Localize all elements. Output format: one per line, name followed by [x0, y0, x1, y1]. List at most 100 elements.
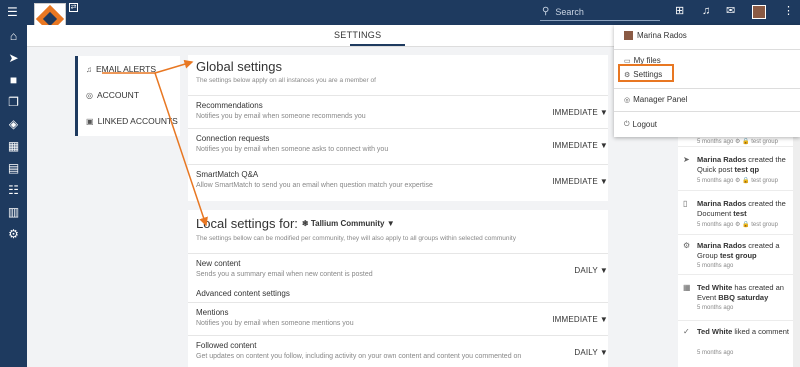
settings-highlight-box — [618, 64, 674, 82]
list-icon[interactable]: ☷ — [6, 184, 21, 197]
setting-row: SmartMatch Q&A Allow SmartMatch to send … — [188, 164, 608, 197]
calendar-icon: ▦ — [683, 283, 691, 292]
setting-title: Followed content — [196, 341, 257, 350]
user-circle-icon: ◎ — [624, 96, 631, 104]
feed-item: 5 months ago ⚙ 🔒 test group — [678, 137, 800, 147]
nav-email-alerts-label: EMAIL ALERTS — [96, 64, 156, 74]
frequency-value: DAILY — [574, 266, 598, 275]
calendar-alt-icon[interactable]: ▥ — [6, 206, 21, 219]
setting-title: SmartMatch Q&A — [196, 170, 259, 179]
frequency-value: IMMEDIATE — [552, 315, 598, 324]
search-box[interactable]: ⚲ Search — [540, 3, 660, 21]
frequency-select[interactable]: IMMEDIATE ▼ — [552, 177, 608, 186]
caret-down-icon: ▼ — [386, 219, 395, 228]
frequency-select[interactable]: IMMEDIATE ▼ — [552, 108, 608, 117]
bell-icon[interactable]: ♫ — [702, 5, 710, 18]
frequency-select[interactable]: DAILY ▼ — [574, 266, 608, 275]
calendar-icon[interactable]: ▤ — [6, 162, 21, 175]
nav-account[interactable]: ◎ ACCOUNT — [86, 90, 139, 100]
menu-item-logout[interactable]: ⏻ Logout — [624, 120, 657, 129]
feed-text: Ted White liked a comment — [697, 327, 789, 336]
setting-title: Recommendations — [196, 101, 263, 110]
mail-icon[interactable]: ✉ — [726, 5, 735, 18]
caret-down-icon: ▼ — [599, 315, 608, 324]
comment-icon[interactable]: ■ — [6, 74, 21, 87]
setting-row: Connection requests Notifies you by emai… — [188, 128, 608, 161]
feed-item[interactable]: ▦ Ted White has created an Event BBQ sat… — [678, 279, 800, 321]
feed-item[interactable]: ⚙ Marina Rados created a Group test grou… — [678, 237, 800, 275]
menu-item-manager-panel[interactable]: ◎ Manager Panel — [624, 95, 687, 104]
community-select[interactable]: ❄ Tallium Community ▼ — [302, 219, 395, 228]
feed-item[interactable]: ➤ Marina Rados created the Quick post te… — [678, 151, 800, 191]
home-icon[interactable]: ⌂ — [6, 30, 21, 43]
divider — [614, 88, 800, 89]
gear-icon[interactable]: ⚙ — [6, 228, 21, 241]
building-icon[interactable]: ▦ — [6, 140, 21, 153]
avatar[interactable] — [752, 5, 766, 19]
setting-description: Allow SmartMatch to send you an email wh… — [196, 182, 433, 189]
avatar — [624, 31, 633, 40]
setting-title: Mentions — [196, 308, 229, 317]
lock-icon: ▣ — [86, 116, 94, 126]
logout-icon: ⏻ — [624, 120, 630, 128]
frequency-value: IMMEDIATE — [552, 108, 598, 117]
local-settings-title: Local settings for: ❄ Tallium Community … — [196, 216, 395, 231]
sidebar: ⌂ ➤ ■ ❐ ◈ ▦ ▤ ☷ ▥ ⚙ — [0, 25, 27, 367]
caret-down-icon: ▼ — [599, 177, 608, 186]
local-settings-card: Local settings for: ❄ Tallium Community … — [188, 210, 608, 367]
activity-feed: 5 months ago ⚙ 🔒 test group ➤ Marina Rad… — [678, 137, 800, 367]
tab-bar: SETTINGS — [27, 25, 617, 47]
frequency-value: IMMEDIATE — [552, 141, 598, 150]
setting-row: New content Sends you a summary email wh… — [188, 253, 608, 286]
feed-item[interactable]: ▯ Marina Rados created the Document test… — [678, 195, 800, 235]
caret-down-icon: ▼ — [599, 108, 608, 117]
gear-icon: ⚙ — [683, 241, 691, 250]
feed-item[interactable]: ✓ Ted White liked a comment 5 months ago — [678, 323, 800, 367]
menu-item-label: Logout — [632, 120, 658, 129]
frequency-select[interactable]: IMMEDIATE ▼ — [552, 141, 608, 150]
tab-settings[interactable]: SETTINGS — [334, 30, 381, 40]
frequency-select[interactable]: DAILY ▼ — [574, 348, 608, 357]
nav-email-alerts[interactable]: ♫ EMAIL ALERTS — [86, 64, 156, 74]
copy-icon[interactable]: ❐ — [6, 96, 21, 109]
feed-scrollbar[interactable] — [793, 137, 800, 367]
local-settings-subtitle: The settings bellow can be modified per … — [196, 235, 516, 242]
nav-account-label: ACCOUNT — [96, 90, 140, 100]
advanced-settings-heading: Advanced content settings — [196, 289, 290, 298]
setting-description: Sends you a summary email when new conte… — [196, 271, 373, 278]
setting-description: Get updates on content you follow, inclu… — [196, 353, 522, 360]
divider — [614, 111, 800, 112]
search-placeholder[interactable]: Search — [555, 7, 584, 17]
setting-description: Notifies you by email when someone recom… — [196, 113, 366, 120]
frequency-select[interactable]: IMMEDIATE ▼ — [552, 315, 608, 324]
settings-nav: ♫ EMAIL ALERTS ◎ ACCOUNT ▣ LINKED ACCOUN… — [75, 56, 180, 136]
feed-meta: 5 months ago ⚙ 🔒 test group — [697, 178, 778, 184]
sitemap-icon[interactable]: ⊞ — [675, 5, 684, 18]
nav-linked-accounts-label: LINKED ACCOUNTS — [97, 116, 178, 126]
tab-underline — [350, 44, 405, 46]
setting-description: Notifies you by email when someone menti… — [196, 320, 354, 327]
divider — [614, 49, 800, 50]
send-icon[interactable]: ➤ — [6, 52, 21, 65]
send-icon: ➤ — [683, 155, 690, 164]
bell-icon: ♫ — [86, 64, 92, 74]
global-settings-card: Global settings The settings below apply… — [188, 55, 608, 201]
switch-instance-icon[interactable]: ⇄ — [69, 3, 78, 12]
frequency-value: DAILY — [574, 348, 598, 357]
top-bar: ☰ ⇄ ⚲ Search ⊞ ♫ ✉ ⋮ — [0, 0, 800, 35]
setting-title: New content — [196, 259, 241, 268]
nav-linked-accounts[interactable]: ▣ LINKED ACCOUNTS — [86, 116, 178, 126]
community-icon: ❄ — [301, 219, 309, 228]
layers-icon[interactable]: ◈ — [6, 118, 21, 131]
setting-title: Connection requests — [196, 134, 270, 143]
hamburger-icon[interactable]: ☰ — [7, 6, 18, 19]
local-settings-title-text: Local settings for: — [196, 216, 298, 231]
feed-text: Marina Rados created the Document test — [697, 199, 786, 218]
community-name: Tallium Community — [310, 219, 385, 228]
feed-meta: 5 months ago — [697, 263, 734, 269]
global-settings-subtitle: The settings below apply on all instance… — [196, 77, 376, 84]
check-icon: ✓ — [683, 327, 690, 336]
search-icon: ⚲ — [542, 6, 550, 17]
kebab-menu-icon[interactable]: ⋮ — [783, 5, 794, 18]
dropdown-user-name: Marina Rados — [637, 31, 687, 40]
